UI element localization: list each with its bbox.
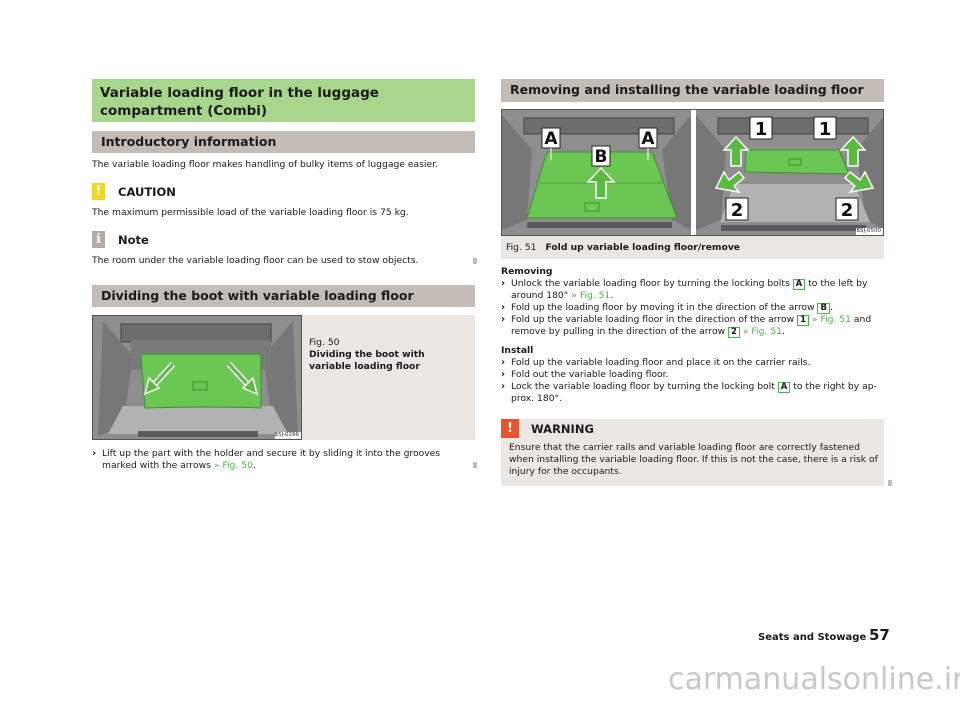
label-1-left-text: 1 xyxy=(755,119,768,140)
removing-step-1: › Unlock the variable loading floor by t… xyxy=(501,278,868,301)
info-icon: i xyxy=(92,231,105,248)
fig-51-link[interactable]: » Fig. 51 xyxy=(743,326,782,337)
label-2-right-text: 2 xyxy=(841,200,854,221)
key-A: A xyxy=(792,279,806,290)
figure-51-box: A A B 1 1 2 2 B5J-0500 Fig. 51 Fold up v… xyxy=(501,109,884,259)
install-step-2: › Fold out the variable loading floor. xyxy=(501,369,669,380)
chevron-right-icon: › xyxy=(501,314,506,325)
intro-text: The variable loading floor makes handlin… xyxy=(92,159,438,170)
intro-heading: Introductory information xyxy=(92,131,475,153)
caution-label: CAUTION xyxy=(118,184,176,199)
chevron-right-icon: › xyxy=(501,369,506,380)
caution-header: ! CAUTION xyxy=(92,183,176,200)
fig-51-link[interactable]: » Fig. 51 xyxy=(571,290,610,301)
key-B: B xyxy=(817,303,830,314)
figure-51-label: Fig. 51 Fold up variable loading floor/r… xyxy=(506,242,740,254)
caution-text: The maximum permissible load of the vari… xyxy=(92,207,409,218)
fig-51-link[interactable]: » Fig. 51 xyxy=(812,314,851,325)
warning-label: WARNING xyxy=(531,421,594,436)
figure-51-number: Fig. 51 xyxy=(506,242,537,253)
main-title: Variable loading floor in the luggage co… xyxy=(92,79,475,122)
label-1-right-text: 1 xyxy=(819,119,832,140)
chevron-right-icon: › xyxy=(501,357,506,368)
figure-51-caption: Fold up variable loading floor/remove xyxy=(545,242,741,253)
key-2: 2 xyxy=(728,327,740,338)
boot-illustration-51: A A B 1 1 2 2 xyxy=(502,110,883,235)
chevron-right-icon: › xyxy=(501,381,506,392)
figure-50-box: B5J-0296 Fig. 50 Dividing the boot with … xyxy=(92,315,475,440)
warning-header: ! WARNING xyxy=(501,419,594,438)
figure-50-caption: Dividing the boot with variable loading … xyxy=(309,349,425,372)
dividing-heading: Dividing the boot with variable loading … xyxy=(92,285,475,307)
label-B-text: B xyxy=(595,147,608,167)
step-text: Lift up the part with the holder and sec… xyxy=(102,448,441,471)
figure-51-image: A A B 1 1 2 2 B5J-0500 xyxy=(501,109,884,236)
footer-section: Seats and Stowage xyxy=(758,632,867,643)
figure-51-code: B5J-0500 xyxy=(856,228,881,234)
figure-50-image: B5J-0296 xyxy=(92,315,302,440)
warning-text: Ensure that the carrier rails and variab… xyxy=(509,442,878,477)
note-text: The room under the variable loading floo… xyxy=(92,255,419,266)
figure-50-code: B5J-0296 xyxy=(274,432,299,438)
chevron-right-icon: › xyxy=(92,448,97,459)
removing-step-3: › Fold up the variable loading floor in … xyxy=(501,314,872,338)
exclamation-icon: ! xyxy=(92,183,105,200)
section-end-mark xyxy=(888,480,892,486)
removing-step-2: › Fold up the loading floor by moving it… xyxy=(501,302,833,314)
section-end-mark xyxy=(473,462,477,468)
section-end-mark xyxy=(473,258,477,264)
chevron-right-icon: › xyxy=(501,302,506,313)
install-step-1: › Fold up the variable loading floor and… xyxy=(501,357,811,368)
figure-50-label: Fig. 50 Dividing the boot with variable … xyxy=(309,337,469,373)
install-step-3: › Lock the variable loading floor by tur… xyxy=(501,381,877,404)
removing-title: Removing xyxy=(501,266,553,277)
dividing-step: › Lift up the part with the holder and s… xyxy=(92,448,472,472)
note-label: Note xyxy=(118,232,149,247)
key-A: A xyxy=(777,382,791,393)
figure-50-number: Fig. 50 xyxy=(309,337,340,348)
label-1-left: 1 xyxy=(749,116,773,140)
install-title: Install xyxy=(501,345,534,356)
label-A-left-text: A xyxy=(544,129,558,149)
boot-illustration-50 xyxy=(93,316,301,439)
warning-box: ! WARNING Ensure that the carrier rails … xyxy=(501,419,884,486)
removing-heading: Removing and installing the variable loa… xyxy=(501,79,884,102)
exclamation-icon: ! xyxy=(501,419,519,438)
chevron-right-icon: › xyxy=(501,278,506,289)
label-1-right: 1 xyxy=(813,116,837,140)
label-2-right: 2 xyxy=(835,197,859,221)
key-1: 1 xyxy=(797,315,809,326)
watermark: carmanualsonline.info xyxy=(668,662,960,697)
label-A-right-text: A xyxy=(641,129,655,149)
fig-50-link[interactable]: » Fig. 50 xyxy=(214,460,253,471)
page-number: 57 xyxy=(869,626,890,644)
label-2-left-text: 2 xyxy=(731,200,744,221)
label-B: B xyxy=(591,145,611,167)
note-header: i Note xyxy=(92,231,149,248)
label-2-left: 2 xyxy=(725,197,749,221)
removing-section: Removing › Unlock the variable loading f… xyxy=(501,266,886,405)
